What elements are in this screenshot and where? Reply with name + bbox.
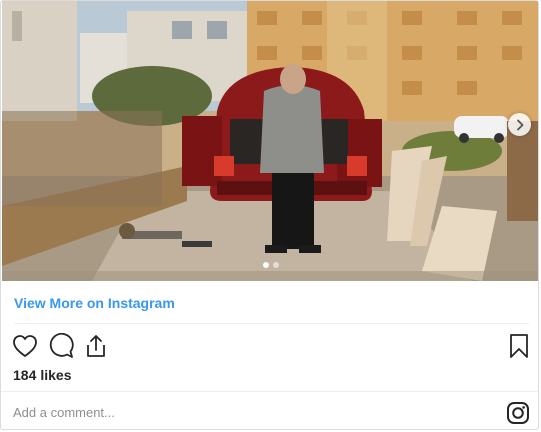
heart-icon <box>13 335 37 357</box>
likes-count: 184 likes <box>13 367 72 383</box>
carousel-dot-active <box>263 262 269 268</box>
share-icon <box>87 335 105 357</box>
likes-label: likes <box>40 367 72 383</box>
carousel-next-button[interactable] <box>508 113 531 136</box>
bookmark-icon <box>510 334 528 358</box>
view-more-link[interactable]: View More on Instagram <box>14 295 175 311</box>
instagram-logo-icon <box>507 402 529 424</box>
instagram-logo-button[interactable] <box>506 401 530 425</box>
post-photo[interactable] <box>2 1 538 281</box>
comment-input[interactable]: Add a comment... <box>13 405 115 420</box>
carousel-indicator <box>2 262 538 268</box>
like-button[interactable] <box>11 332 39 360</box>
divider <box>14 323 529 324</box>
comment-button[interactable] <box>47 332 75 360</box>
likes-number: 184 <box>13 367 37 383</box>
carousel-dot <box>273 262 279 268</box>
save-button[interactable] <box>505 332 533 360</box>
action-bar <box>11 332 531 360</box>
chevron-right-icon <box>516 119 523 130</box>
instagram-embed: View More on Instagram 184 likes Add a c… <box>0 0 539 430</box>
share-button[interactable] <box>82 332 110 360</box>
comment-bar: Add a comment... <box>1 391 538 429</box>
photo-illustration <box>2 1 538 281</box>
comment-bubble-icon <box>49 333 74 358</box>
